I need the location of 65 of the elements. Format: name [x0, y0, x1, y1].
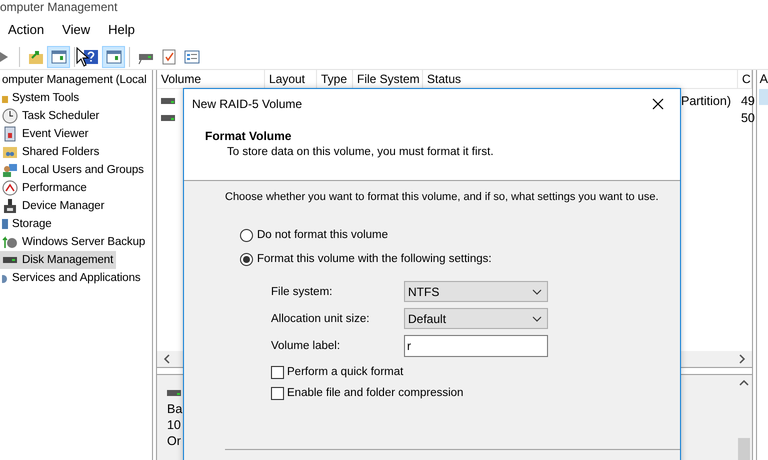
field-label: Volume label: [271, 340, 342, 352]
tree-item[interactable]: Event Viewer [0, 125, 92, 143]
scroll-up-icon [738, 379, 749, 387]
dialog-title: New RAID-5 Volume [192, 97, 302, 111]
menu-item[interactable]: Action [8, 22, 62, 36]
scroll-right-icon [738, 354, 746, 364]
menu-item[interactable]: View [62, 22, 108, 36]
tree-item[interactable]: Disk Management [0, 251, 116, 269]
radio-button[interactable] [240, 228, 253, 242]
instruction-text: Choose whether you want to format this volume, and if so, what settings you want to use. [225, 191, 660, 203]
radio-label[interactable]: Do not format this volume [257, 229, 388, 241]
clock-icon [2, 108, 18, 124]
input-field[interactable]: r [404, 335, 548, 357]
disk-drive-icon [160, 114, 177, 122]
scrollbar-thumb[interactable] [738, 438, 750, 460]
table-cell: 49 [740, 94, 755, 108]
device-icon [2, 198, 18, 214]
pane-icon [50, 48, 66, 64]
menu-item[interactable]: Help [108, 22, 153, 36]
section-heading: Format Volume [205, 129, 292, 143]
dropdown[interactable]: NTFS [404, 281, 548, 302]
disk-drive-icon [166, 389, 183, 397]
mouse-cursor-icon [76, 47, 90, 67]
storage-icon [2, 216, 8, 232]
checklist-icon [160, 48, 176, 64]
shared-folder-icon [2, 144, 18, 160]
tree-item[interactable]: Task Scheduler [0, 107, 102, 125]
section-subtitle: To store data on this volume, you must format it first. [226, 146, 495, 158]
tree-item[interactable]: Performance [0, 179, 90, 197]
close-icon [652, 98, 664, 110]
log-book-icon [2, 126, 18, 142]
tree-item[interactable]: omputer Management (Local [0, 71, 150, 89]
window-title: omputer Management [0, 1, 118, 14]
checkbox[interactable] [271, 366, 284, 378]
table-cell: 50 [740, 110, 755, 124]
backup-icon [2, 234, 18, 250]
checkbox-label[interactable]: Enable file and folder compression [287, 387, 464, 399]
disk-info-text: Or [166, 433, 182, 449]
table-cell: Partition) [680, 94, 732, 108]
disk-info-text: 10 [166, 417, 182, 433]
tree-item[interactable]: Device Manager [0, 197, 108, 215]
folder-up-icon [28, 48, 44, 64]
radio-button[interactable] [240, 252, 253, 266]
caret-icon [532, 288, 542, 294]
field-label: File system: [271, 286, 334, 298]
scroll-left-icon [162, 354, 171, 364]
column-header[interactable]: C [738, 70, 752, 88]
actions-header: A [758, 71, 768, 88]
properties-icon [184, 48, 200, 64]
field-label: Allocation unit size: [271, 312, 370, 324]
checkbox-label[interactable]: Perform a quick format [287, 366, 404, 378]
tree-item[interactable]: System Tools [0, 89, 82, 107]
tree-item[interactable]: Windows Server Backup [0, 233, 148, 251]
checkbox[interactable] [271, 386, 284, 400]
disk-drive-icon [160, 96, 177, 104]
tree-item[interactable]: Storage [0, 215, 55, 233]
users-icon [2, 162, 18, 178]
caret-icon [532, 316, 542, 322]
tree-item[interactable]: Local Users and Groups [0, 161, 147, 179]
pane-icon [106, 48, 122, 64]
tree-item[interactable]: Shared Folders [0, 143, 102, 161]
dropdown[interactable]: Default [404, 308, 548, 329]
radio-label[interactable]: Format this volume with the following settings: [257, 253, 492, 265]
tree-item[interactable]: Services and Applications [0, 269, 144, 287]
disk-info-text: Ba [166, 401, 184, 417]
